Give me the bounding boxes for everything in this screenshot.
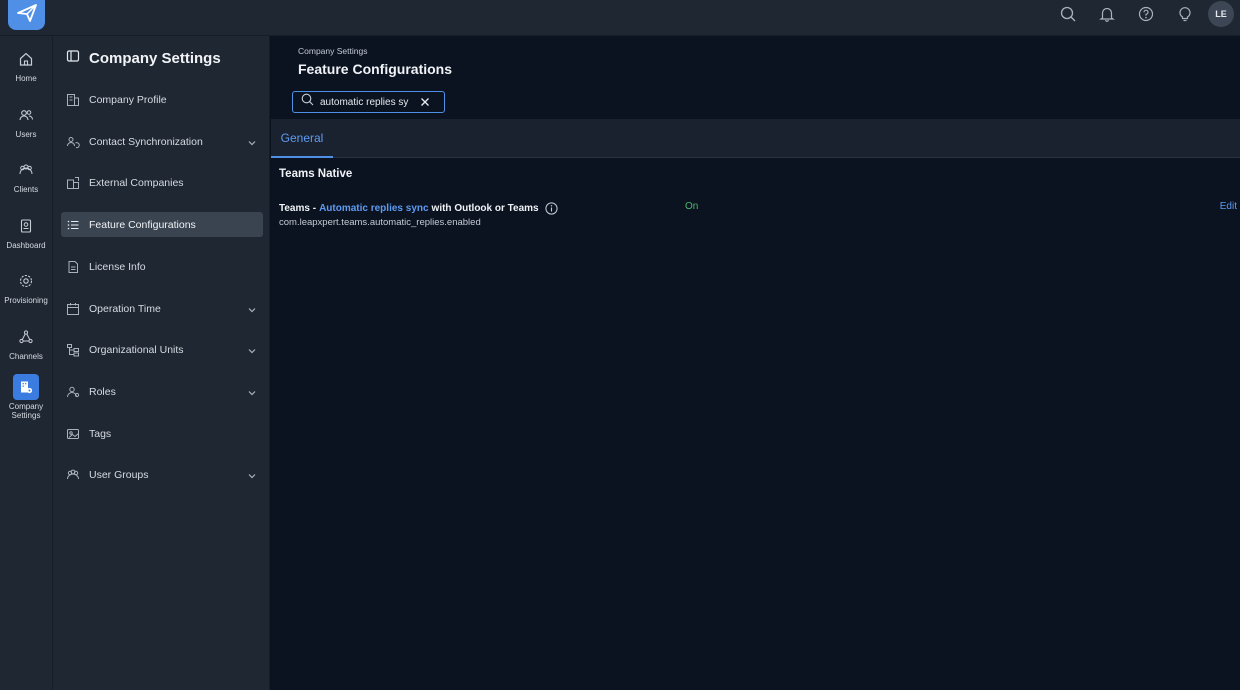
lightbulb-icon[interactable] (1165, 0, 1204, 28)
sidebar-item-label: External Companies (89, 176, 184, 189)
contact-sync-icon (65, 134, 81, 150)
sidebar-item-label: Feature Configurations (89, 218, 196, 231)
user-role-icon (65, 384, 81, 400)
nav-item-users[interactable]: Users (0, 102, 52, 139)
nav-label: Clients (13, 185, 39, 194)
avatar[interactable]: LE (1208, 1, 1234, 27)
sidebar-item-organizational-units[interactable]: Organizational Units (61, 337, 263, 362)
sidebar-item-label: License Info (89, 260, 146, 273)
nav-label: Users (15, 130, 37, 139)
nav-item-clients[interactable]: Clients (0, 157, 52, 194)
main-content: Company Settings Feature Configurations … (271, 36, 1240, 690)
sidebar-title: Company Settings (66, 49, 221, 68)
top-bar: LE (0, 0, 1240, 36)
building-icon (65, 92, 81, 108)
calendar-icon (65, 301, 81, 317)
home-icon (13, 46, 39, 72)
users-icon (13, 102, 39, 128)
sidebar-item-operation-time[interactable]: Operation Time (61, 296, 263, 321)
chevron-down-icon[interactable] (247, 135, 257, 153)
status-badge: On (685, 201, 699, 212)
sidebar-item-feature-configurations[interactable]: Feature Configurations (61, 212, 263, 237)
sidebar-item-external-companies[interactable]: External Companies (61, 170, 263, 195)
nav-label: Company Settings (8, 402, 44, 420)
nav-label: Channels (9, 352, 43, 361)
help-icon[interactable] (1126, 0, 1165, 28)
sidebar-item-label: Tags (89, 427, 112, 440)
edit-link[interactable]: Edit (1220, 201, 1237, 212)
nav-label: Provisioning (4, 296, 48, 305)
user-groups-icon (65, 467, 81, 483)
config-row-suffix: with Outlook or Teams (431, 203, 539, 214)
sidebar-item-label: Operation Time (89, 302, 161, 315)
chevron-down-icon[interactable] (247, 302, 257, 320)
close-icon[interactable] (420, 97, 430, 107)
nav-item-dashboard[interactable]: Dashboard (0, 213, 52, 250)
nav-label: Home (15, 74, 37, 83)
sidebar-item-license-info[interactable]: License Info (61, 254, 263, 279)
config-row-title: Teams - Automatic replies sync with Outl… (279, 202, 558, 215)
search-box (292, 91, 445, 113)
bell-icon[interactable] (1087, 0, 1126, 28)
channels-icon (13, 324, 39, 350)
sidebar-title-text: Company Settings (89, 50, 221, 67)
document-icon (65, 259, 81, 275)
clients-icon (13, 157, 39, 183)
chevron-down-icon[interactable] (247, 343, 257, 361)
tab-general[interactable]: General (271, 119, 333, 158)
external-companies-icon (65, 175, 81, 191)
search-icon (301, 93, 314, 111)
sidebar-item-contact-synchronization[interactable]: Contact Synchronization (61, 129, 263, 154)
org-tree-icon (65, 342, 81, 358)
sidebar-item-label: User Groups (89, 468, 149, 481)
chevron-down-icon[interactable] (247, 468, 257, 486)
sidebar-item-label: Roles (89, 385, 116, 398)
list-icon (65, 217, 81, 233)
search-icon[interactable] (1048, 0, 1087, 28)
settings-sidebar: Company Settings Company Profile Contact… (53, 36, 270, 690)
nav-item-provisioning[interactable]: Provisioning (0, 268, 52, 305)
config-row-prefix: Teams - (279, 203, 317, 214)
panel-icon (66, 49, 80, 68)
chevron-down-icon[interactable] (247, 385, 257, 403)
sidebar-item-roles[interactable]: Roles (61, 379, 263, 404)
tag-icon (65, 426, 81, 442)
primary-nav: Home Users Clients Dashboard Provisionin… (0, 36, 53, 690)
sidebar-item-label: Company Profile (89, 93, 167, 106)
paper-plane-icon (16, 3, 38, 28)
sidebar-item-label: Contact Synchronization (89, 135, 203, 148)
nav-item-company-settings[interactable]: Company Settings (0, 374, 52, 420)
sidebar-item-label: Organizational Units (89, 343, 184, 356)
sidebar-item-company-profile[interactable]: Company Profile (61, 87, 263, 112)
tab-bar: General (271, 119, 1240, 158)
gear-icon (13, 268, 39, 294)
page-title: Feature Configurations (298, 61, 453, 77)
nav-item-channels[interactable]: Channels (0, 324, 52, 361)
sidebar-item-user-groups[interactable]: User Groups (61, 462, 263, 487)
dashboard-icon (13, 213, 39, 239)
company-settings-icon (13, 374, 39, 400)
config-key: com.leapxpert.teams.automatic_replies.en… (279, 217, 481, 228)
nav-label: Dashboard (6, 241, 46, 250)
config-row-highlight: Automatic replies sync (319, 203, 429, 214)
sidebar-item-tags[interactable]: Tags (61, 421, 263, 446)
nav-item-home[interactable]: Home (0, 46, 52, 83)
search-input[interactable] (320, 96, 416, 108)
section-title: Teams Native (279, 168, 353, 180)
breadcrumb[interactable]: Company Settings (298, 46, 367, 56)
app-logo[interactable] (8, 0, 45, 30)
info-icon[interactable] (544, 202, 558, 215)
